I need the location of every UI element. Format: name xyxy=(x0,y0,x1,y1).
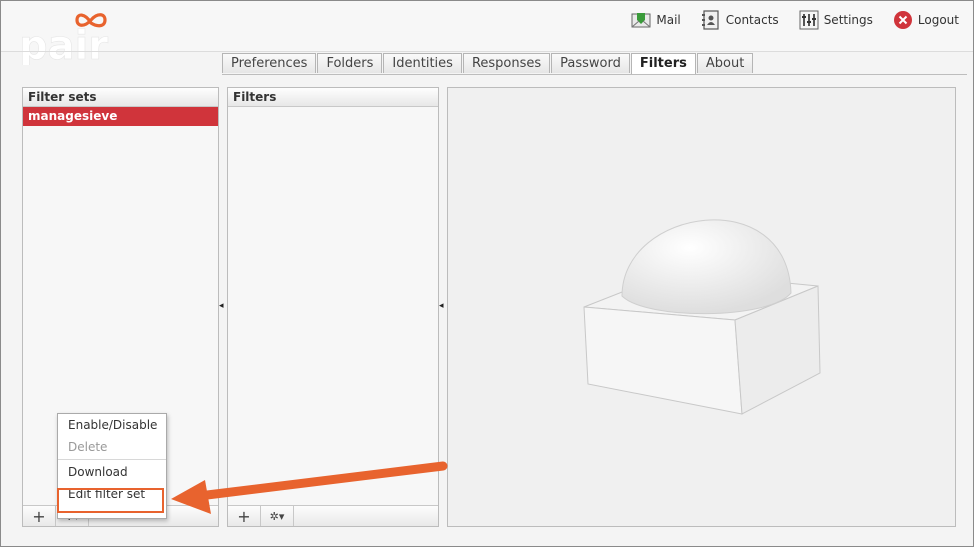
menu-separator xyxy=(58,459,166,460)
menu-delete: Delete xyxy=(68,440,108,454)
nav-logout-label: Logout xyxy=(917,13,959,27)
svg-text:pair: pair xyxy=(19,23,108,65)
logout-icon xyxy=(893,11,912,29)
tab-filters[interactable]: Filters xyxy=(630,53,696,75)
nav-mail[interactable]: Mail xyxy=(631,10,681,30)
settings-icon xyxy=(799,10,819,30)
tab-about[interactable]: About xyxy=(696,53,754,73)
menu-enable-disable[interactable]: Enable/Disable xyxy=(58,414,166,436)
app-window: pair Mail Contacts Settings Logout Prefe… xyxy=(0,0,974,547)
nav-settings-label: Settings xyxy=(823,13,873,27)
nav-mail-label: Mail xyxy=(656,13,681,27)
tab-preferences[interactable]: Preferences xyxy=(222,53,317,73)
filter-set-item[interactable]: managesieve xyxy=(23,107,218,126)
splitter-handle[interactable]: ◂ xyxy=(439,301,444,311)
tab-responses[interactable]: Responses xyxy=(462,53,551,73)
dome-watermark-image xyxy=(583,219,821,415)
tab-identities[interactable]: Identities xyxy=(383,53,462,73)
settings-tabs: Preferences Folders Identities Responses… xyxy=(222,53,754,75)
mail-icon xyxy=(631,13,651,28)
header-bar: pair Mail Contacts Settings Logout xyxy=(1,1,973,65)
annotation-highlight-box xyxy=(57,488,164,513)
filter-preview-pane xyxy=(447,87,956,527)
nav-contacts[interactable]: Contacts xyxy=(701,10,779,30)
annotation-arrow xyxy=(171,461,448,514)
pair-logo[interactable]: pair xyxy=(19,9,129,65)
top-navigation: Mail Contacts Settings Logout xyxy=(631,9,959,31)
header-divider xyxy=(1,51,973,52)
tabs-divider xyxy=(222,74,967,75)
filters-title: Filters xyxy=(228,88,438,107)
nav-logout[interactable]: Logout xyxy=(893,10,959,30)
add-filter-set-button[interactable]: + xyxy=(23,506,56,526)
splitter-handle[interactable]: ◂ xyxy=(219,301,224,311)
tab-folders[interactable]: Folders xyxy=(317,53,383,73)
filter-sets-title: Filter sets xyxy=(23,88,218,107)
menu-download[interactable]: Download xyxy=(58,461,166,483)
nav-settings[interactable]: Settings xyxy=(799,10,873,30)
tab-password[interactable]: Password xyxy=(551,53,630,73)
nav-contacts-label: Contacts xyxy=(725,13,779,27)
address-book-icon xyxy=(701,10,719,30)
